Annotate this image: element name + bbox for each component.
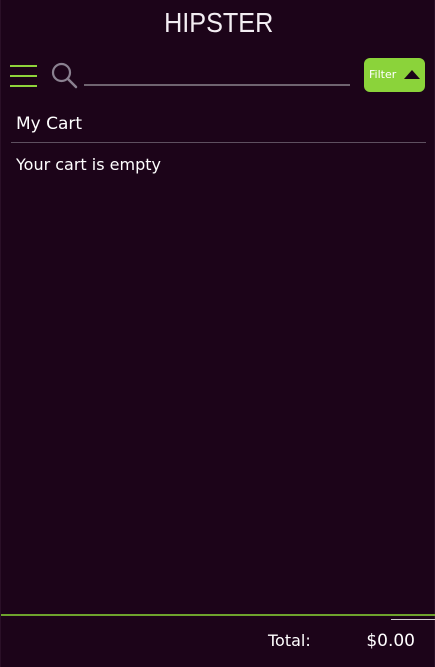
total-label: Total:	[268, 631, 311, 650]
triangle-up-icon	[404, 70, 420, 79]
search-input[interactable]	[84, 66, 350, 86]
cart-divider	[11, 142, 426, 143]
total-value: $0.00	[366, 631, 415, 651]
header: HIPSTER	[1, 0, 435, 46]
app-screen: HIPSTER Filter My Cart Your cart is empt…	[0, 0, 435, 667]
search-icon[interactable]	[50, 61, 78, 89]
empty-cart-message: Your cart is empty	[16, 155, 161, 174]
footer-accent-line	[391, 619, 435, 620]
filter-button[interactable]: Filter	[364, 58, 425, 92]
cart-title: My Cart	[16, 114, 83, 134]
hamburger-menu-icon[interactable]	[10, 65, 37, 87]
filter-label: Filter	[369, 68, 397, 81]
footer-divider	[1, 614, 435, 616]
toolbar: Filter	[1, 52, 435, 98]
brand-logo: HIPSTER	[163, 7, 274, 38]
